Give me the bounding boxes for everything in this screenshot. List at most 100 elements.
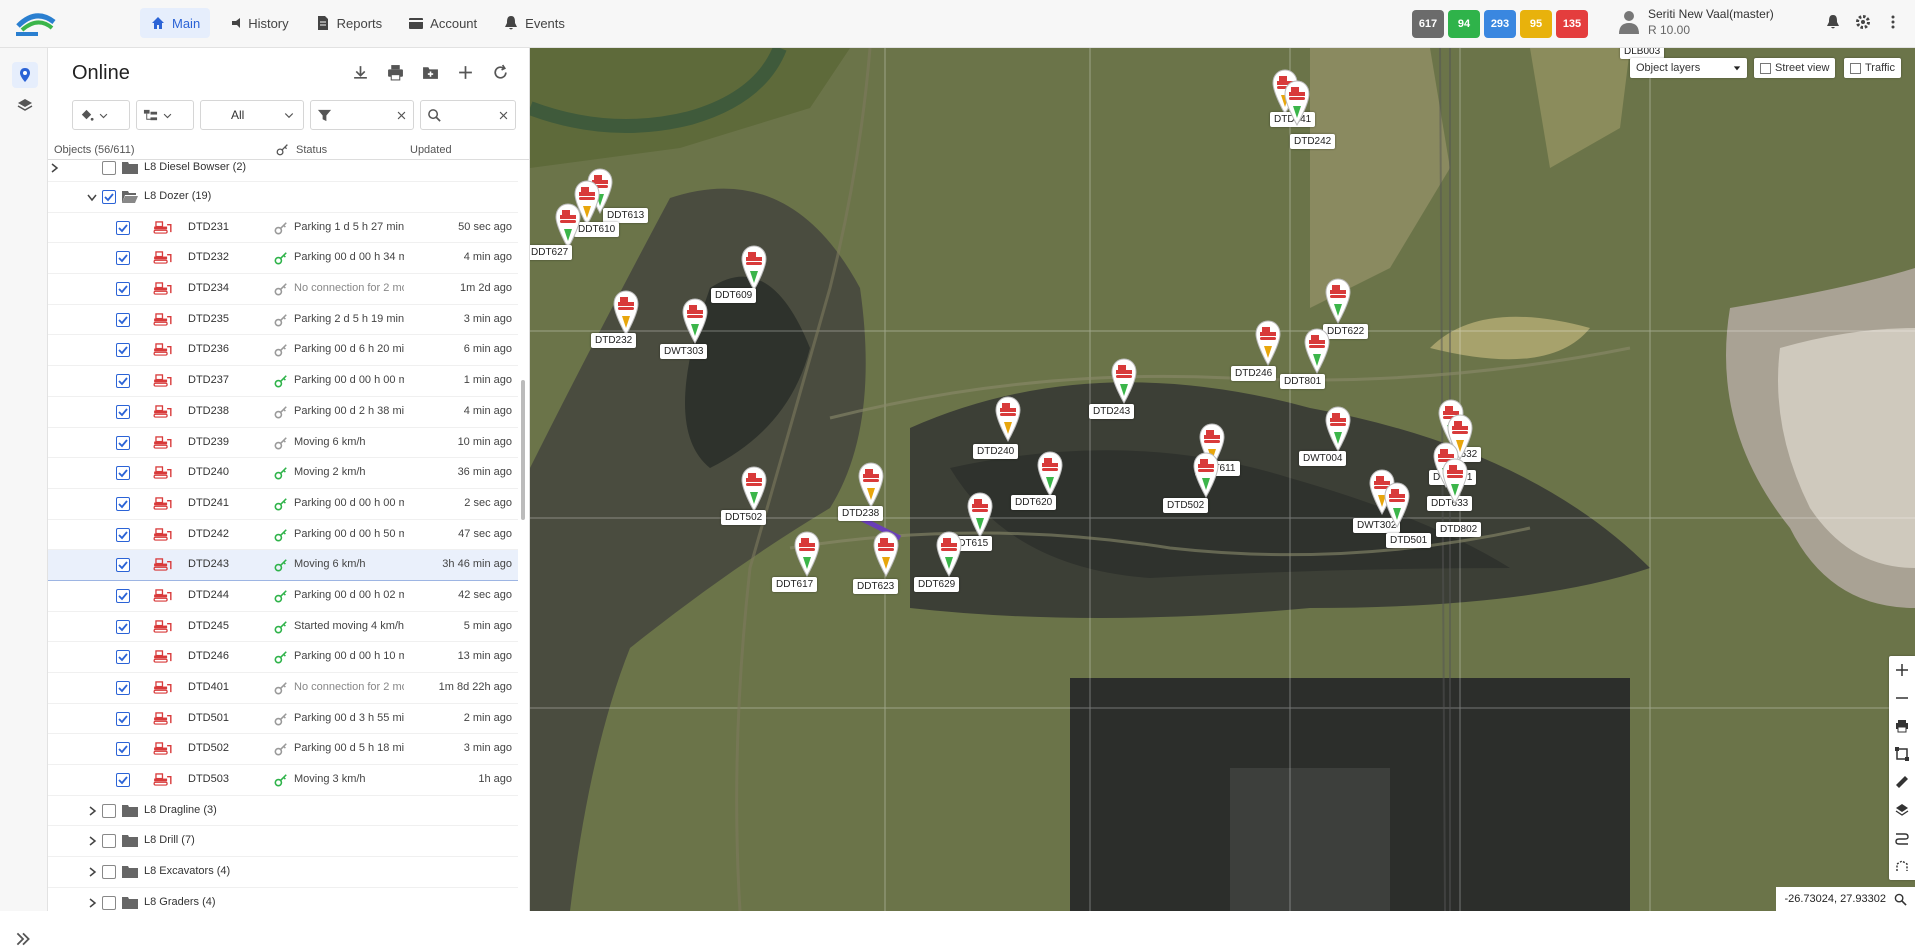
object-checkbox[interactable] xyxy=(116,251,130,266)
select-area-button[interactable] xyxy=(1889,740,1915,768)
chevron-right-icon[interactable] xyxy=(86,897,98,909)
status-counter[interactable]: 94 xyxy=(1448,10,1480,38)
ruler-button[interactable] xyxy=(1889,768,1915,796)
marker-label[interactable]: DWT004 xyxy=(1299,451,1347,466)
marker-label[interactable]: DDT617 xyxy=(772,577,818,592)
vehicle-marker[interactable] xyxy=(553,201,583,250)
vehicle-marker[interactable] xyxy=(1282,78,1312,127)
group-checkbox[interactable] xyxy=(102,865,116,880)
marker-label[interactable]: DTD242 xyxy=(1290,134,1336,149)
marker-label[interactable]: DDT613 xyxy=(603,208,649,223)
marker-label[interactable]: DDT620 xyxy=(1011,495,1057,510)
geofence-button[interactable] xyxy=(1889,852,1915,880)
object-layers-dropdown[interactable]: Object layers xyxy=(1630,58,1747,78)
group-checkbox[interactable] xyxy=(102,803,116,818)
object-checkbox[interactable] xyxy=(116,558,130,573)
objects-scrollbar[interactable] xyxy=(519,160,527,911)
object-row[interactable]: DTD237 Parking 00 d 00 h 00 min 1 min ago xyxy=(48,366,518,397)
vehicle-marker[interactable] xyxy=(611,288,641,337)
object-row[interactable]: DTD232 Parking 00 d 00 h 34 min 4 min ago xyxy=(48,243,518,275)
vehicle-marker[interactable] xyxy=(1302,326,1332,375)
nav-history[interactable]: History xyxy=(216,8,298,38)
group-checkbox[interactable] xyxy=(102,834,116,849)
vehicle-marker[interactable] xyxy=(934,529,964,578)
object-row[interactable]: DTD245 Started moving 4 km/h 5 min ago xyxy=(48,612,518,643)
clear-filter-icon[interactable] xyxy=(396,110,407,121)
object-checkbox[interactable] xyxy=(116,588,130,603)
vehicle-marker[interactable] xyxy=(965,490,995,539)
object-checkbox[interactable] xyxy=(116,220,130,235)
status-counter[interactable]: 617 xyxy=(1412,10,1444,38)
company-logo[interactable] xyxy=(12,6,60,42)
vehicle-marker[interactable] xyxy=(993,394,1023,443)
object-row[interactable]: DTD242 Parking 00 d 00 h 50 min 47 sec ago xyxy=(48,520,518,551)
group-checkbox[interactable] xyxy=(102,895,116,910)
zoom-in-button[interactable] xyxy=(1889,656,1915,684)
group-checkbox[interactable] xyxy=(102,161,116,175)
vehicle-marker[interactable] xyxy=(739,464,769,513)
traffic-checkbox[interactable] xyxy=(1850,62,1861,74)
map-layers-button[interactable] xyxy=(1889,796,1915,824)
vehicle-marker[interactable] xyxy=(739,243,769,292)
collapse-panel-icon[interactable] xyxy=(14,930,32,948)
marker-label[interactable]: DDT502 xyxy=(721,510,767,525)
group-row[interactable]: L8 Diesel Bowser (2) xyxy=(48,160,518,182)
marker-label[interactable]: DTD502 xyxy=(1163,498,1209,513)
group-row[interactable]: L8 Dragline (3) xyxy=(48,796,518,827)
vehicle-marker[interactable] xyxy=(1323,276,1353,325)
object-checkbox[interactable] xyxy=(116,527,130,542)
object-row[interactable]: DTD235 Parking 2 d 5 h 19 min 3 min ago xyxy=(48,305,518,336)
zoom-out-button[interactable] xyxy=(1889,684,1915,712)
street-view-toggle[interactable]: Street view xyxy=(1754,58,1836,78)
object-checkbox[interactable] xyxy=(116,343,130,358)
object-row[interactable]: DTD246 Parking 00 d 00 h 10 min 13 min ago xyxy=(48,642,518,673)
group-row[interactable]: L8 Excavators (4) xyxy=(48,857,518,888)
object-row[interactable]: DTD244 Parking 00 d 00 h 02 min 42 sec ago xyxy=(48,581,518,612)
group-row[interactable]: L8 Graders (4) xyxy=(48,888,518,911)
nav-events[interactable]: Events xyxy=(493,8,575,38)
vehicle-marker[interactable] xyxy=(1440,456,1470,505)
nav-reports[interactable]: Reports xyxy=(305,8,393,38)
vehicle-marker[interactable] xyxy=(680,296,710,345)
object-checkbox[interactable] xyxy=(116,404,130,419)
add-icon[interactable] xyxy=(457,64,474,81)
vehicle-marker[interactable] xyxy=(1382,480,1412,529)
paint-filter-dropdown[interactable] xyxy=(72,100,130,130)
object-row[interactable]: DTD234 No connection for 2 mont 1m 2d ago xyxy=(48,274,518,305)
notifications-icon[interactable] xyxy=(1825,14,1841,30)
vehicle-marker[interactable] xyxy=(1035,449,1065,498)
marker-label[interactable]: DDT609 xyxy=(711,288,757,303)
marker-label[interactable]: DTD243 xyxy=(1089,404,1135,419)
refresh-icon[interactable] xyxy=(492,64,509,81)
map-print-button[interactable] xyxy=(1889,712,1915,740)
account-info[interactable]: Seriti New Vaal(master) R 10.00 xyxy=(1618,7,1774,37)
object-row[interactable]: DTD239 Moving 6 km/h 10 min ago xyxy=(48,428,518,459)
vehicle-marker[interactable] xyxy=(1253,318,1283,367)
marker-label[interactable]: DDT627 xyxy=(530,245,573,260)
vehicle-marker[interactable] xyxy=(792,529,822,578)
status-counter[interactable]: 135 xyxy=(1556,10,1588,38)
vehicle-marker[interactable] xyxy=(871,529,901,578)
vehicle-marker[interactable] xyxy=(1323,404,1353,453)
object-row[interactable]: DTD502 Parking 00 d 5 h 18 min 3 min ago xyxy=(48,734,518,766)
object-checkbox[interactable] xyxy=(116,435,130,450)
marker-label[interactable]: DDT629 xyxy=(914,577,960,592)
group-row[interactable]: L8 Drill (7) xyxy=(48,826,518,858)
object-row[interactable]: DTD501 Parking 00 d 3 h 55 min 2 min ago xyxy=(48,704,518,735)
object-row[interactable]: DTD238 Parking 00 d 2 h 38 min 4 min ago xyxy=(48,397,518,428)
marker-label[interactable]: DTD246 xyxy=(1231,366,1277,381)
object-checkbox[interactable] xyxy=(116,282,130,297)
marker-label[interactable]: DTD238 xyxy=(838,506,884,521)
type-filter-select[interactable]: All xyxy=(200,100,304,130)
group-row[interactable]: L8 Dozer (19) xyxy=(48,182,518,213)
column-updated[interactable]: Updated xyxy=(410,144,452,156)
object-row[interactable]: DTD236 Parking 00 d 6 h 20 min 6 min ago xyxy=(48,335,518,367)
rail-map-button[interactable] xyxy=(12,62,38,88)
object-checkbox[interactable] xyxy=(116,496,130,511)
chevron-right-icon[interactable] xyxy=(86,866,98,878)
object-checkbox[interactable] xyxy=(116,742,130,757)
object-checkbox[interactable] xyxy=(116,681,130,695)
object-row[interactable]: DTD503 Moving 3 km/h 1h ago xyxy=(48,765,518,796)
object-row[interactable]: DTD231 Parking 1 d 5 h 27 min 50 sec ago xyxy=(48,213,518,244)
chevron-right-icon[interactable] xyxy=(86,835,98,847)
